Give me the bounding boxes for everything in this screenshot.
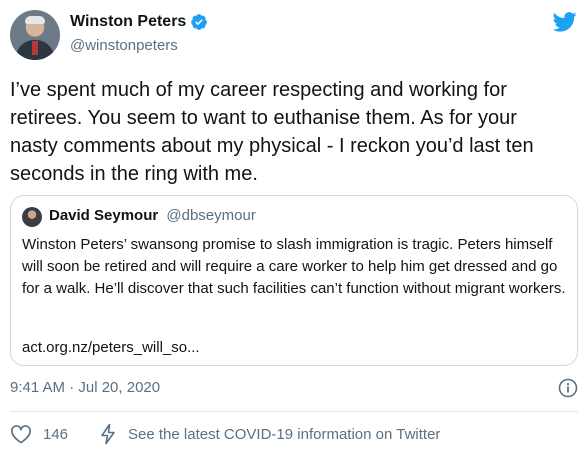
like-count[interactable]: 146 [43,426,68,443]
quoted-author-handle[interactable]: @dbseymour [166,207,255,224]
info-icon[interactable] [558,378,578,398]
quoted-text: Winston Peters’ swansong promise to slas… [22,236,566,297]
tweet-card: Winston Peters @winstonpeters I’ve spent… [0,0,588,456]
author-avatar[interactable] [10,10,60,60]
author-handle[interactable]: @winstonpeters [70,37,178,54]
twitter-bird-icon[interactable] [553,12,577,32]
quoted-author-name[interactable]: David Seymour [49,207,158,224]
heart-icon[interactable] [10,424,32,444]
quoted-tweet[interactable]: David Seymour @dbseymour Winston Peters’… [10,195,578,366]
covid-info-link[interactable]: See the latest COVID-19 information on T… [128,426,440,443]
verified-badge-icon [191,14,208,30]
tweet-text: I’ve spent much of my career respecting … [10,79,534,185]
quoted-avatar[interactable] [22,207,42,227]
lightning-bolt-icon [101,423,115,445]
tweet-footer: 146 See the latest COVID-19 information … [10,422,440,446]
quoted-name-row[interactable]: David Seymour @dbseymour [49,207,256,224]
tweet-timestamp[interactable]: 9:41 AM · Jul 20, 2020 [10,379,160,396]
quoted-link[interactable]: act.org.nz/peters_will_so... [22,339,200,356]
author-name[interactable]: Winston Peters [70,13,186,31]
author-name-row[interactable]: Winston Peters [70,13,208,31]
divider [10,411,578,412]
